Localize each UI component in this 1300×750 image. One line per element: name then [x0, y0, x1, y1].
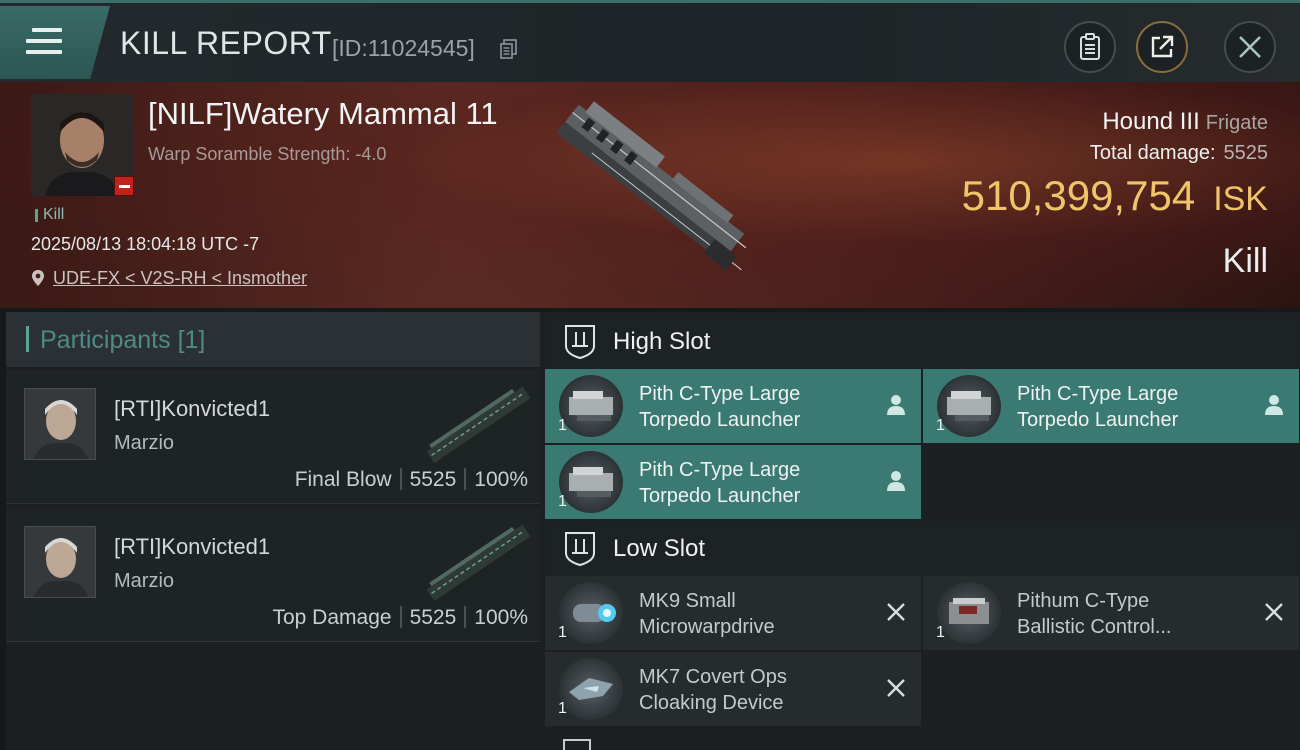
share-icon	[1151, 35, 1174, 58]
module-high-3[interactable]: 1 Pith C-Type Large Torpedo Launcher	[545, 445, 921, 519]
victim-ship-image	[556, 101, 747, 271]
kill-banner: [NILF]Watery Mammal 11 Warp Soramble Str…	[0, 82, 1300, 308]
participant-ship-icon	[426, 524, 531, 602]
module-high-1[interactable]: 1 Pith C-Type Large Torpedo Launcher	[545, 369, 921, 443]
menu-button[interactable]	[0, 6, 110, 79]
participant-row[interactable]: [RTI]Konvicted1 Marzio Top Damage 5525 100…	[6, 508, 540, 642]
person-icon	[887, 471, 905, 491]
share-button[interactable]	[1136, 21, 1188, 73]
torpedo-launcher-icon	[559, 375, 623, 437]
module-high-2[interactable]: 1 Pith C-Type Large Torpedo Launcher	[923, 369, 1299, 443]
participant-avatar[interactable]	[24, 526, 96, 598]
report-id: [ID:11024545]	[332, 35, 475, 61]
participants-header[interactable]: Participants [1]	[6, 312, 540, 367]
participant-stats: Final Blow 5525 100%	[294, 468, 528, 491]
destroyed-x-icon	[887, 603, 905, 621]
victim-ship-type[interactable]: Hound III Frigate	[1102, 108, 1268, 136]
participants-panel: Participants [1] [RTI]Konvicted1 Marzio …	[6, 312, 540, 750]
clipboard-button[interactable]	[1064, 21, 1116, 73]
high-slot-header: High Slot	[545, 314, 1297, 370]
hamburger-icon[interactable]	[26, 28, 62, 58]
copy-icon[interactable]	[500, 39, 518, 59]
torpedo-launcher-icon	[937, 375, 1001, 437]
high-slot-icon	[565, 325, 595, 360]
warp-scramble-strength: Warp Soramble Strength: -4.0	[148, 144, 387, 164]
victim-name[interactable]: [NILF]Watery Mammal 11	[148, 96, 498, 132]
cloaking-device-icon	[559, 658, 623, 720]
total-damage: Total damage: 5525	[1089, 142, 1268, 164]
kill-result: Kill	[1222, 242, 1268, 280]
torpedo-launcher-icon	[559, 451, 623, 513]
module-low-3[interactable]: 1 MK7 Covert Ops Cloaking Device	[545, 652, 921, 726]
next-section-icon	[563, 739, 591, 750]
destroyed-x-icon	[1265, 603, 1283, 621]
participant-name[interactable]: [RTI]Konvicted1	[114, 534, 270, 560]
participant-name[interactable]: [RTI]Konvicted1	[114, 396, 270, 422]
close-icon	[1239, 36, 1261, 58]
kill-tag: Kill	[35, 206, 64, 224]
participant-row[interactable]: [RTI]Konvicted1 Marzio Final Blow 5525 100…	[6, 370, 540, 504]
top-bar: KILL REPORT [ID:11024545]	[0, 0, 1300, 82]
participant-corp: Marzio	[114, 570, 175, 592]
low-slot-header: Low Slot	[545, 521, 1297, 577]
fitting-panel: High Slot 1 Pith C-Type Large Torpedo Lau…	[540, 312, 1300, 750]
destroyed-x-icon	[887, 679, 905, 697]
clipboard-icon	[1080, 33, 1100, 60]
module-low-1[interactable]: 1 MK9 Small Microwarpdrive	[545, 576, 921, 650]
location-link[interactable]: UDE-FX < V2S-RH < Insmother	[53, 268, 307, 288]
low-slot-icon	[565, 532, 595, 567]
kill-location[interactable]: UDE-FX < V2S-RH < Insmother	[31, 268, 307, 289]
close-button[interactable]	[1224, 21, 1276, 73]
isk-value: 510,399,754 ISK	[961, 172, 1268, 219]
participant-stats: Top Damage 5525 100%	[272, 606, 528, 629]
person-icon	[1265, 395, 1283, 415]
hostile-badge-icon	[114, 176, 134, 196]
location-pin-icon	[32, 270, 44, 286]
page-title: KILL REPORT	[120, 25, 332, 61]
person-icon	[887, 395, 905, 415]
microwarpdrive-icon	[559, 582, 623, 644]
participant-corp: Marzio	[114, 432, 175, 454]
participant-ship-icon	[426, 386, 531, 464]
ballistic-control-icon	[937, 582, 1001, 644]
kill-timestamp: 2025/08/13 18:04:18 UTC -7	[31, 234, 260, 254]
module-low-2[interactable]: 1 Pithum C-Type Ballistic Control...	[923, 576, 1299, 650]
participant-avatar[interactable]	[24, 388, 96, 460]
